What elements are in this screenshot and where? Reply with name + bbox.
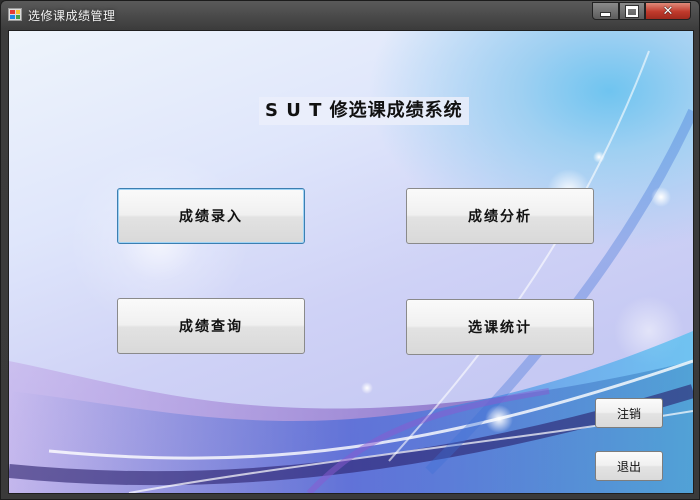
course-stats-button[interactable]: 选课统计 xyxy=(406,299,594,355)
maximize-icon xyxy=(625,4,639,18)
score-query-button[interactable]: 成绩查询 xyxy=(117,298,305,354)
title-bar[interactable]: 选修课成绩管理 ✕ xyxy=(1,1,699,28)
close-button[interactable]: ✕ xyxy=(645,2,691,20)
app-icon[interactable] xyxy=(8,8,22,21)
score-entry-button[interactable]: 成绩录入 xyxy=(117,188,305,244)
minimize-icon xyxy=(600,12,611,17)
main-panel: S U T 修选课成绩系统 成绩录入 成绩分析 成绩查询 选课统计 注销 退出 xyxy=(8,30,694,494)
exit-button[interactable]: 退出 xyxy=(595,451,663,481)
minimize-button[interactable] xyxy=(592,2,619,20)
score-analysis-button[interactable]: 成绩分析 xyxy=(406,188,594,244)
logout-button[interactable]: 注销 xyxy=(595,398,663,428)
close-icon: ✕ xyxy=(662,3,674,19)
maximize-button[interactable] xyxy=(619,2,645,20)
window-title: 选修课成绩管理 xyxy=(28,9,116,23)
app-window: 选修课成绩管理 ✕ S U T 修选课成绩系统 成绩录入 成绩分析 成绩查询 选… xyxy=(0,0,700,500)
system-title: S U T 修选课成绩系统 xyxy=(259,97,469,125)
